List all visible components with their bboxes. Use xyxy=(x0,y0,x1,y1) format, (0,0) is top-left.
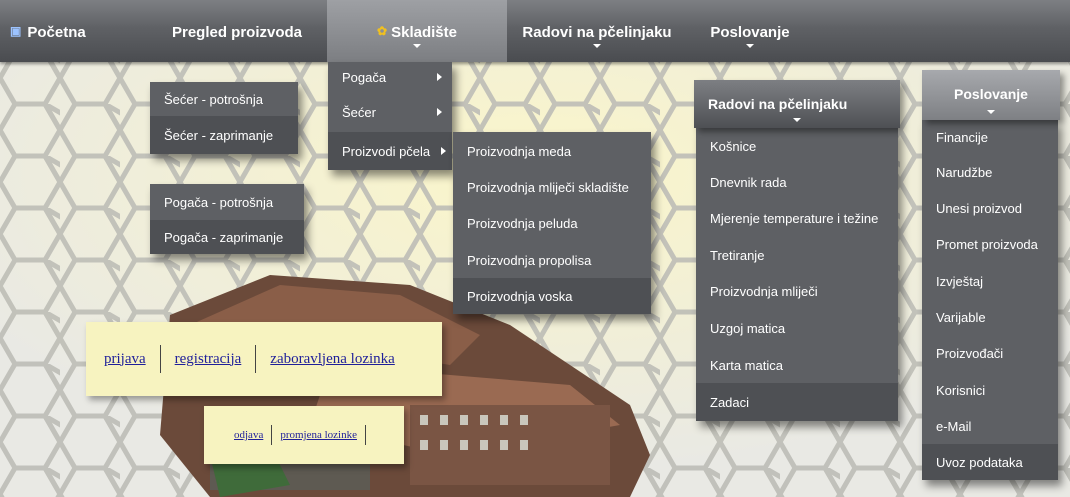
menu-item-pogaca-consumption[interactable]: Pogača - potrošnja xyxy=(150,184,304,220)
menu-item-sugar-consumption[interactable]: Šećer - potrošnja xyxy=(150,82,298,116)
menu-item-report[interactable]: Izvještaj xyxy=(922,263,1058,299)
menu-item-product-turnover[interactable]: Promet proizvoda xyxy=(922,226,1058,263)
nav-warehouse-label: Skladište xyxy=(391,24,457,41)
chevron-down-icon xyxy=(746,44,754,48)
nav-apiary-work[interactable]: Radovi na pčelinjaku xyxy=(512,0,682,62)
chevron-right-icon xyxy=(441,147,446,155)
change-password-link[interactable]: promjena lozinke xyxy=(280,429,357,441)
apiary-menu-header[interactable]: Radovi na pčelinjaku xyxy=(694,80,900,128)
sugar-menu: Šećer - potrošnja Šećer - zaprimanje xyxy=(150,82,298,154)
menu-item-variables[interactable]: Varijable xyxy=(922,299,1058,335)
nav-overview-label: Pregled proizvoda xyxy=(172,24,303,41)
nav-warehouse[interactable]: ✿ Skladište xyxy=(327,0,507,62)
divider xyxy=(159,345,161,373)
menu-item-sugar-label: Šećer xyxy=(342,104,376,120)
forgot-password-link[interactable]: zaboravljena lozinka xyxy=(270,351,395,368)
menu-item-pollen-production[interactable]: Proizvodnja peluda xyxy=(453,205,651,242)
chevron-down-icon xyxy=(793,118,801,122)
menu-item-bee-products[interactable]: Proizvodi pčela xyxy=(328,132,452,170)
menu-item-treatment[interactable]: Tretiranje xyxy=(696,237,898,273)
nav-apiary-work-label: Radovi na pčelinjaku xyxy=(522,24,672,41)
menu-item-producers[interactable]: Proizvođači xyxy=(922,335,1058,372)
business-menu: Financije Narudžbe Unesi proizvod Promet… xyxy=(922,120,1058,480)
nav-business-label: Poslovanje xyxy=(710,24,790,41)
beehive-icon: ✿ xyxy=(377,24,388,38)
menu-item-honey-production[interactable]: Proizvodnja meda xyxy=(453,132,651,170)
business-menu-title: Poslovanje xyxy=(954,86,1028,102)
warehouse-dropdown: Pogača Šećer Proizvodi pčela xyxy=(328,62,452,170)
apiary-menu-title: Radovi na pčelinjaku xyxy=(708,96,848,112)
menu-item-royal-jelly-production[interactable]: Proizvodnja mliječi xyxy=(696,273,898,309)
chevron-down-icon xyxy=(413,44,421,48)
menu-item-data-import[interactable]: Uvoz podataka xyxy=(922,444,1058,480)
menu-item-propolis-production[interactable]: Proizvodnja propolisa xyxy=(453,242,651,278)
menu-item-sugar[interactable]: Šećer xyxy=(328,92,452,132)
apiary-menu: Košnice Dnevnik rada Mjerenje temperatur… xyxy=(696,128,898,421)
login-link[interactable]: prijava xyxy=(104,351,146,368)
nav-overview[interactable]: Pregled proizvoda xyxy=(172,0,322,62)
home-icon: ▣ xyxy=(10,24,22,38)
menu-item-pogaca-receipt[interactable]: Pogača - zaprimanje xyxy=(150,220,304,254)
account-links-box: odjava promjena lozinke xyxy=(204,406,404,464)
menu-item-royal-jelly-warehouse[interactable]: Proizvodnja mliječi skladište xyxy=(453,170,651,205)
chevron-down-icon xyxy=(593,44,601,48)
menu-item-tasks[interactable]: Zadaci xyxy=(696,383,898,421)
nav-business[interactable]: Poslovanje xyxy=(700,0,800,62)
menu-item-bee-products-label: Proizvodi pčela xyxy=(342,143,431,159)
register-link[interactable]: registracija xyxy=(175,351,242,368)
nav-home-label: Početna xyxy=(27,24,86,41)
menu-item-queen-rearing[interactable]: Uzgoj matica xyxy=(696,309,898,347)
divider xyxy=(255,345,257,373)
chevron-down-icon xyxy=(987,110,995,114)
chevron-right-icon xyxy=(437,73,442,81)
menu-item-enter-product[interactable]: Unesi proizvod xyxy=(922,190,1058,226)
menu-item-finances[interactable]: Financije xyxy=(922,120,1058,154)
pogaca-menu: Pogača - potrošnja Pogača - zaprimanje xyxy=(150,184,304,254)
bee-products-menu: Proizvodnja meda Proizvodnja mliječi skl… xyxy=(453,132,651,314)
logout-link[interactable]: odjava xyxy=(234,429,263,441)
menu-item-hives[interactable]: Košnice xyxy=(696,128,898,164)
nav-home[interactable]: ▣ Početna xyxy=(10,0,130,62)
menu-item-pogaca[interactable]: Pogača xyxy=(328,62,452,92)
menu-item-users[interactable]: Korisnici xyxy=(922,372,1058,408)
menu-item-temperature-weight[interactable]: Mjerenje temperature i težine xyxy=(696,200,898,237)
menu-item-wax-production[interactable]: Proizvodnja voska xyxy=(453,278,651,314)
menu-item-sugar-receipt[interactable]: Šećer - zaprimanje xyxy=(150,116,298,154)
top-navigation-bar: ▣ Početna Pregled proizvoda ✿ Skladište … xyxy=(0,0,1070,62)
business-menu-header[interactable]: Poslovanje xyxy=(922,70,1060,120)
menu-item-queen-map[interactable]: Karta matica xyxy=(696,347,898,383)
menu-item-work-log[interactable]: Dnevnik rada xyxy=(696,164,898,200)
login-links-box: prijava registracija zaboravljena lozink… xyxy=(86,322,442,396)
chevron-right-icon xyxy=(437,108,442,116)
menu-item-email[interactable]: e-Mail xyxy=(922,408,1058,444)
menu-item-orders[interactable]: Narudžbe xyxy=(922,154,1058,190)
menu-item-pogaca-label: Pogača xyxy=(342,69,387,85)
divider xyxy=(365,425,366,445)
divider xyxy=(271,425,273,445)
